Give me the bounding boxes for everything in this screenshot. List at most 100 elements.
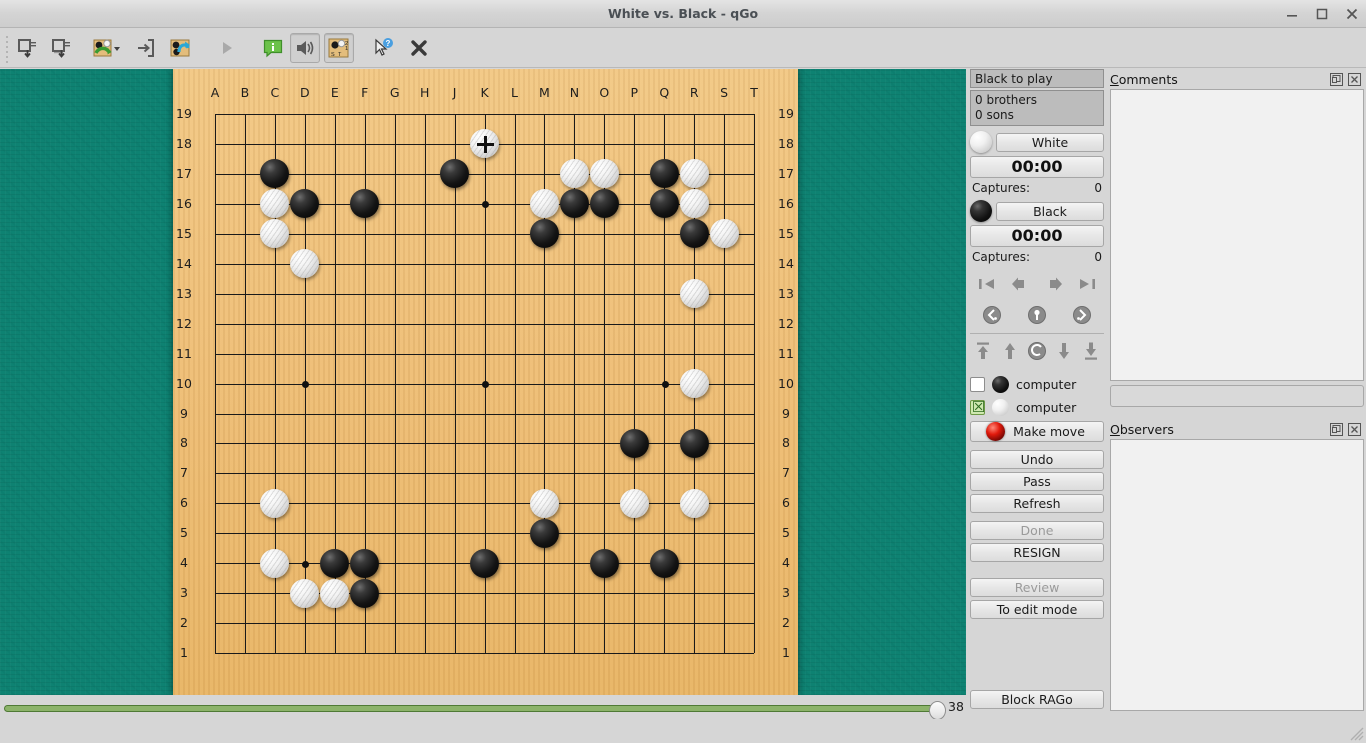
stone-black[interactable] [440, 159, 469, 189]
last-branch-icon[interactable] [1080, 340, 1102, 362]
observers-list[interactable] [1110, 439, 1364, 711]
undo-button[interactable]: Undo [970, 450, 1104, 469]
sound-icon[interactable] [290, 33, 320, 63]
first-branch-icon[interactable] [972, 340, 994, 362]
last-move-icon[interactable] [1076, 273, 1098, 295]
stone-white[interactable] [589, 159, 619, 189]
close-tab-icon[interactable] [404, 33, 434, 63]
move-slider[interactable] [4, 701, 946, 720]
comments-textarea[interactable] [1110, 89, 1364, 381]
comments-title: Comments [1110, 71, 1178, 87]
goban[interactable]: AABBCCDDEEFFGGHHJJKKLLMMNNOOPPQQRRSSTT19… [173, 69, 798, 695]
coordinates-icon[interactable]: 2 1 S T [324, 33, 354, 63]
minimize-icon[interactable] [1284, 6, 1300, 22]
block-rago-button[interactable]: Block RAGo [970, 690, 1104, 709]
stone-white[interactable] [260, 219, 290, 249]
comments-undock-icon[interactable] [1330, 72, 1343, 86]
stone-white[interactable] [559, 159, 589, 189]
comments-close-icon[interactable] [1348, 72, 1361, 86]
game-info-icon[interactable] [258, 33, 288, 63]
refresh-button[interactable]: Refresh [970, 494, 1104, 513]
stone-black[interactable] [320, 548, 350, 578]
comments-input[interactable] [1110, 385, 1364, 407]
stone-white[interactable] [709, 219, 739, 249]
move-slider-handle[interactable] [929, 701, 946, 720]
stone-black[interactable] [350, 578, 380, 608]
observers-undock-icon[interactable] [1330, 422, 1343, 436]
grid-line-vertical [724, 114, 726, 654]
resign-button[interactable]: RESIGN [970, 543, 1104, 562]
edit-mode-button[interactable]: To edit mode [970, 600, 1104, 619]
stone-black[interactable] [649, 159, 679, 189]
observers-dock-header: Observers [1108, 419, 1366, 439]
next-variation-icon[interactable] [1071, 304, 1093, 326]
stone-black[interactable] [679, 219, 709, 249]
stone-black[interactable] [589, 189, 619, 219]
pass-button[interactable]: Pass [970, 472, 1104, 491]
column-label-top: B [240, 85, 250, 100]
stone-white[interactable] [679, 159, 709, 189]
play-icon[interactable] [212, 33, 242, 63]
column-label-top: E [330, 85, 339, 100]
stone-black[interactable] [350, 189, 380, 219]
white-computer-checkbox[interactable] [970, 399, 986, 416]
stone-white[interactable] [679, 279, 709, 309]
stone-white[interactable] [290, 578, 320, 608]
stone-white[interactable] [529, 488, 559, 518]
stone-black[interactable] [649, 189, 679, 219]
next-move-icon[interactable] [1043, 273, 1065, 295]
stone-white[interactable] [320, 578, 350, 608]
row-label-right: 6 [782, 495, 790, 511]
branch-down-icon[interactable] [1053, 340, 1075, 362]
new-board-icon[interactable] [12, 33, 42, 63]
hoshi-point [661, 381, 669, 389]
stone-white[interactable] [619, 488, 649, 518]
stone-black[interactable] [350, 548, 380, 578]
toolbar-grip[interactable] [5, 36, 10, 63]
open-game-icon[interactable] [90, 33, 124, 63]
stone-white[interactable] [260, 488, 290, 518]
stone-white[interactable] [529, 189, 559, 219]
save-game-icon[interactable] [166, 33, 196, 63]
close-icon[interactable] [1344, 6, 1360, 22]
white-player-name[interactable]: White [996, 132, 1104, 152]
stone-black[interactable] [469, 548, 499, 578]
first-move-icon[interactable] [976, 273, 998, 295]
previous-move-icon[interactable] [1009, 273, 1031, 295]
stone-black[interactable] [619, 428, 649, 458]
done-button[interactable]: Done [970, 521, 1104, 540]
stone-white[interactable] [260, 189, 290, 219]
review-button[interactable]: Review [970, 578, 1104, 597]
import-icon[interactable] [130, 33, 160, 63]
black-player-name[interactable]: Black [996, 201, 1104, 221]
comments-dock: Comments [1108, 69, 1366, 419]
stone-white[interactable] [679, 368, 709, 398]
stone-white[interactable] [469, 129, 499, 159]
whats-this-icon[interactable]: ? [368, 33, 398, 63]
stone-white[interactable] [260, 548, 290, 578]
stone-black[interactable] [529, 219, 559, 249]
new-variation-board-icon[interactable] [46, 33, 76, 63]
branch-up-icon[interactable] [999, 340, 1021, 362]
stone-white[interactable] [290, 249, 320, 279]
move-slider-track[interactable] [4, 705, 939, 712]
black-computer-checkbox[interactable] [970, 377, 985, 392]
stone-black[interactable] [679, 428, 709, 458]
previous-variation-icon[interactable] [981, 304, 1003, 326]
stone-black[interactable] [529, 518, 559, 548]
stone-black[interactable] [260, 159, 290, 189]
board-area[interactable]: AABBCCDDEEFFGGHHJJKKLLMMNNOOPPQQRRSSTT19… [0, 69, 966, 695]
stone-black[interactable] [290, 189, 320, 219]
stone-black[interactable] [559, 189, 589, 219]
resize-grip[interactable] [1350, 727, 1364, 741]
maximize-icon[interactable] [1314, 6, 1330, 22]
stone-black[interactable] [589, 548, 619, 578]
navigation-row-moves [970, 273, 1104, 295]
column-label-top: O [599, 85, 610, 100]
observers-close-icon[interactable] [1348, 422, 1361, 436]
stone-white[interactable] [679, 189, 709, 219]
nth-move-icon[interactable] [1026, 340, 1048, 362]
main-branch-icon[interactable] [1026, 304, 1048, 326]
stone-white[interactable] [679, 488, 709, 518]
stone-black[interactable] [649, 548, 679, 578]
